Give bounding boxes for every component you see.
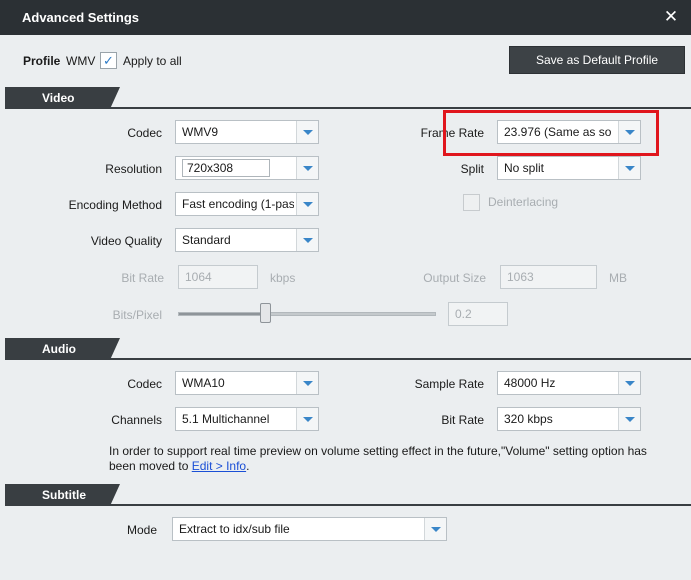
subtitle-section-title: Subtitle — [5, 484, 120, 506]
audio-codec-label: Codec — [127, 377, 162, 391]
edit-info-link[interactable]: Edit > Info — [192, 459, 246, 473]
bits-pixel-input[interactable]: 0.2 — [448, 302, 508, 326]
chevron-down-icon — [618, 408, 640, 430]
profile-format: WMV — [66, 54, 96, 68]
chevron-down-icon — [296, 193, 318, 215]
encoding-method-label: Encoding Method — [68, 198, 162, 212]
title-bar: Advanced Settings ✕ — [0, 0, 691, 35]
video-quality-label: Video Quality — [90, 234, 162, 248]
chevron-down-icon — [296, 229, 318, 251]
resolution-label: Resolution — [105, 162, 162, 176]
channels-label: Channels — [111, 413, 162, 427]
volume-note-text: In order to support real time preview on… — [109, 444, 647, 473]
checkmark-icon: ✓ — [103, 53, 114, 68]
output-size-input[interactable]: 1063 — [500, 265, 597, 289]
output-size-label: Output Size — [423, 271, 486, 285]
split-highlight-box — [443, 110, 659, 156]
chevron-down-icon — [424, 518, 446, 540]
kbps-unit: kbps — [270, 271, 296, 285]
chevron-down-icon — [296, 121, 318, 143]
deinterlacing-checkbox[interactable] — [463, 194, 480, 211]
encoding-method-dropdown[interactable]: Fast encoding (1-pas — [175, 192, 319, 216]
audio-section-header: Audio — [5, 338, 691, 360]
split-label: Split — [460, 162, 484, 176]
chevron-down-icon — [296, 408, 318, 430]
channels-dropdown[interactable]: 5.1 Multichannel — [175, 407, 319, 431]
audio-section-title: Audio — [5, 338, 120, 360]
subtitle-mode-label: Mode — [126, 523, 157, 537]
bits-pixel-slider-handle[interactable] — [260, 303, 271, 323]
chevron-down-icon — [618, 157, 640, 179]
bits-pixel-slider-track[interactable] — [178, 312, 436, 316]
video-section-title: Video — [5, 87, 120, 109]
audio-bit-rate-dropdown[interactable]: 320 kbps — [497, 407, 641, 431]
sample-rate-label: Sample Rate — [414, 377, 484, 391]
sample-rate-dropdown[interactable]: 48000 Hz — [497, 371, 641, 395]
video-quality-dropdown[interactable]: Standard — [175, 228, 319, 252]
audio-codec-dropdown[interactable]: WMA10 — [175, 371, 319, 395]
mb-unit: MB — [609, 271, 627, 285]
subtitle-section-header: Subtitle — [5, 484, 691, 506]
video-section-header: Video — [5, 87, 691, 109]
split-dropdown[interactable]: No split — [497, 156, 641, 180]
video-bit-rate-input[interactable]: 1064 — [178, 265, 258, 289]
audio-bit-rate-label: Bit Rate — [441, 413, 484, 427]
chevron-down-icon — [618, 372, 640, 394]
resolution-input[interactable]: 720x308 — [182, 159, 270, 177]
window-title: Advanced Settings — [22, 10, 140, 25]
video-codec-label: Codec — [127, 126, 162, 140]
profile-label: Profile — [23, 54, 61, 68]
deinterlacing-label: Deinterlacing — [488, 195, 559, 209]
chevron-down-icon — [296, 372, 318, 394]
chevron-down-icon — [296, 157, 318, 179]
resolution-dropdown[interactable]: 720x308 — [175, 156, 319, 180]
save-default-profile-button[interactable]: Save as Default Profile — [509, 46, 685, 74]
video-codec-dropdown[interactable]: WMV9 — [175, 120, 319, 144]
volume-note: In order to support real time preview on… — [109, 444, 647, 473]
video-bit-rate-label: Bit Rate — [121, 271, 164, 285]
subtitle-mode-dropdown[interactable]: Extract to idx/sub file — [172, 517, 447, 541]
apply-to-all-checkbox[interactable]: ✓ — [100, 52, 117, 69]
apply-to-all-label: Apply to all — [123, 54, 182, 68]
close-icon[interactable]: ✕ — [662, 7, 680, 27]
bits-pixel-label: Bits/Pixel — [112, 308, 162, 322]
